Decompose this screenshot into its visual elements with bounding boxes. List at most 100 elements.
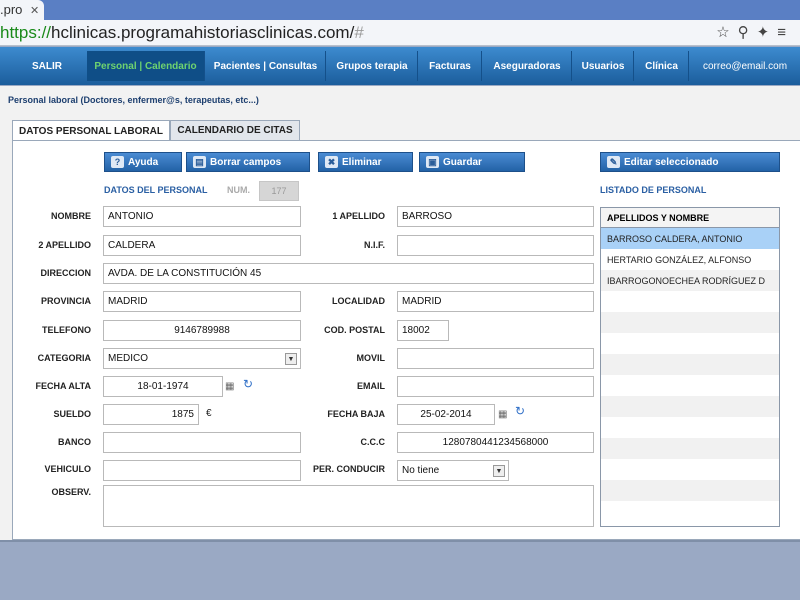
list-empty-row [601, 396, 779, 417]
list-empty-row [601, 312, 779, 333]
fecha-baja-input[interactable]: 25-02-2014 [397, 404, 495, 425]
bookmark-star-icon[interactable]: ☆ [716, 24, 737, 41]
nombre-label: NOMBRE [51, 211, 91, 221]
banco-input[interactable] [103, 432, 301, 453]
main-panel: Personal laboral (Doctores, enfermer@s, … [0, 86, 800, 542]
list-empty-row [601, 354, 779, 375]
calendar-icon[interactable]: ▦ [225, 381, 236, 392]
list-item[interactable]: BARROSO CALDERA, ANTONIO [601, 228, 779, 249]
chevron-down-icon[interactable]: ▼ [285, 353, 297, 365]
fecha-alta-input[interactable]: 18-01-1974 [103, 376, 223, 397]
list-empty-row [601, 417, 779, 438]
ayuda-button[interactable]: ? Ayuda [104, 152, 182, 172]
apellido2-input[interactable]: CALDERA [103, 235, 301, 256]
url-text[interactable]: https://hclinicas.programahistoriasclini… [0, 23, 364, 43]
localidad-input[interactable]: MADRID [397, 291, 594, 312]
ccc-input[interactable]: 1280780441234568000 [397, 432, 594, 453]
address-bar[interactable]: https://hclinicas.programahistoriasclini… [0, 20, 800, 46]
nav-facturas[interactable]: Facturas [419, 51, 482, 81]
delete-icon: ✖ [325, 156, 338, 168]
refresh-icon[interactable]: ↻ [243, 377, 255, 391]
tab-close-icon[interactable]: ✕ [30, 4, 39, 17]
datos-personal-heading: DATOS DEL PERSONAL [104, 185, 208, 195]
list-item[interactable]: HERTARIO GONZÁLEZ, ALFONSO [601, 249, 779, 270]
editar-label: Editar seleccionado [624, 156, 719, 168]
browser-toolbar-icons: ☆⚲✦≡ [716, 23, 794, 41]
nombre-input[interactable]: ANTONIO [103, 206, 301, 227]
browser-tab[interactable]: .pro ✕ [0, 0, 44, 20]
nav-salir[interactable]: SALIR [0, 51, 95, 81]
ayuda-label: Ayuda [128, 156, 159, 168]
nav-pacientes-consultas[interactable]: Pacientes | Consultas [206, 51, 326, 81]
currency-symbol: € [206, 408, 212, 419]
cp-input[interactable]: 18002 [397, 320, 449, 341]
vehiculo-label: VEHICULO [44, 464, 91, 474]
nif-input[interactable] [397, 235, 594, 256]
ccc-label: C.C.C [360, 437, 386, 447]
editar-seleccionado-button[interactable]: ✎ Editar seleccionado [600, 152, 780, 172]
cp-label: COD. POSTAL [324, 325, 385, 335]
url-scheme: https:// [0, 23, 52, 42]
extension-icon[interactable]: ✦ [757, 24, 778, 41]
apellido1-label: 1 APELLIDO [332, 211, 385, 221]
tab-datos-personal[interactable]: DATOS PERSONAL LABORAL [12, 120, 170, 141]
list-empty-row [601, 501, 779, 522]
listado-heading: LISTADO DE PERSONAL [600, 185, 707, 195]
refresh-icon[interactable]: ↻ [515, 404, 527, 418]
categoria-select[interactable]: MEDICO ▼ [103, 348, 301, 369]
magnifier-icon[interactable]: ⚲ [738, 24, 757, 41]
guardar-button[interactable]: ▣ Guardar [419, 152, 525, 172]
per-conducir-value: No tiene [402, 465, 440, 476]
list-item[interactable]: IBARROGONOECHEA RODRÍGUEZ D [601, 270, 779, 291]
calendar-icon[interactable]: ▦ [498, 409, 509, 420]
list-empty-row [601, 438, 779, 459]
sueldo-input[interactable]: 1875 [103, 404, 199, 425]
list-empty-row [601, 375, 779, 396]
nav-grupos-terapia[interactable]: Grupos terapia [327, 51, 418, 81]
form-content: ? Ayuda ▤ Borrar campos ✖ Eliminar ▣ Guardar… [12, 140, 800, 540]
apellido1-input[interactable]: BARROSO [397, 206, 594, 227]
save-icon: ▣ [426, 156, 439, 168]
telefono-label: TELEFONO [42, 325, 91, 335]
guardar-label: Guardar [443, 156, 482, 168]
list-header: APELLIDOS Y NOMBRE [601, 208, 779, 228]
main-navbar: SALIR Personal | Calendario Pacientes | … [0, 47, 800, 85]
fecha-baja-label: FECHA BAJA [327, 409, 385, 419]
vehiculo-input[interactable] [103, 460, 301, 481]
telefono-input[interactable]: 9146789988 [103, 320, 301, 341]
direccion-label: DIRECCION [40, 268, 91, 278]
eliminar-button[interactable]: ✖ Eliminar [318, 152, 413, 172]
provincia-label: PROVINCIA [40, 296, 91, 306]
apellido2-label: 2 APELLIDO [38, 240, 91, 250]
nav-aseguradoras[interactable]: Aseguradoras [483, 51, 572, 81]
list-empty-row [601, 291, 779, 312]
edit-icon: ✎ [607, 156, 620, 168]
categoria-value: MEDICO [108, 353, 148, 364]
nav-clinica[interactable]: Clínica [635, 51, 689, 81]
chevron-down-icon[interactable]: ▼ [493, 465, 505, 477]
menu-icon[interactable]: ≡ [777, 24, 794, 41]
list-empty-row [601, 333, 779, 354]
browser-tabstrip: .pro ✕ [0, 0, 800, 20]
list-empty-row [601, 480, 779, 501]
browser-tab-title: .pro [0, 2, 23, 17]
num-label: NUM. [227, 185, 250, 195]
tab-calendario-citas[interactable]: CALENDARIO DE CITAS [170, 120, 300, 140]
provincia-input[interactable]: MADRID [103, 291, 301, 312]
eliminar-label: Eliminar [342, 156, 382, 168]
help-icon: ? [111, 156, 124, 168]
nav-personal-calendario[interactable]: Personal | Calendario [87, 51, 205, 81]
panel-title: Personal laboral (Doctores, enfermer@s, … [8, 95, 259, 105]
email-input[interactable] [397, 376, 594, 397]
observ-textarea[interactable] [103, 485, 594, 527]
list-empty-row [601, 459, 779, 480]
movil-input[interactable] [397, 348, 594, 369]
movil-label: MOVIL [356, 353, 386, 363]
per-conducir-select[interactable]: No tiene ▼ [397, 460, 509, 481]
clear-icon: ▤ [193, 156, 206, 168]
borrar-campos-button[interactable]: ▤ Borrar campos [186, 152, 310, 172]
per-conducir-label: PER. CONDUCIR [312, 464, 385, 474]
direccion-input[interactable]: AVDA. DE LA CONSTITUCIÓN 45 [103, 263, 594, 284]
borrar-label: Borrar campos [210, 156, 282, 168]
nav-usuarios[interactable]: Usuarios [573, 51, 634, 81]
